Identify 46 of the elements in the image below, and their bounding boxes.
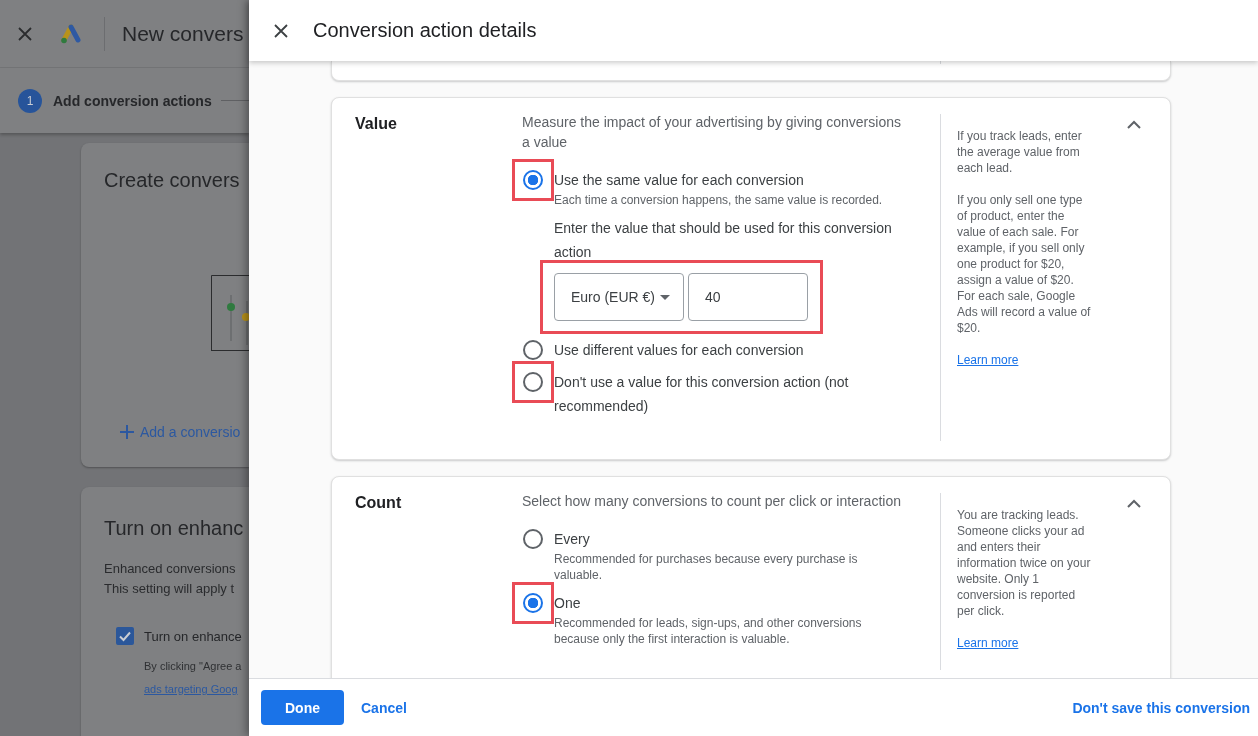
option-label: One [554, 594, 582, 613]
done-button[interactable]: Done [261, 690, 344, 725]
close-icon [17, 25, 33, 42]
close-icon [273, 22, 289, 39]
option-description: Each time a conversion happens, the same value is recorded. [554, 192, 884, 208]
radio-button[interactable] [523, 372, 543, 392]
option-label: Every [554, 530, 591, 549]
radio-button[interactable] [523, 340, 543, 360]
caret-icon [660, 294, 670, 300]
option-label: Use the same value for each conversion [554, 171, 805, 190]
plus-icon [119, 424, 135, 440]
learn-more-link[interactable]: Learn more [957, 352, 1019, 368]
page-title: New convers [122, 21, 244, 46]
step-number: 1 [18, 88, 42, 113]
option-label: Use different values for each conversion [554, 341, 805, 360]
section-description: Measure the impact of your advertising by giving conversions a value [522, 113, 902, 152]
section-title: Count [355, 493, 402, 513]
checkbox[interactable] [116, 627, 134, 645]
card-title: Create convers [104, 168, 241, 193]
close-button[interactable] [273, 22, 289, 39]
section-description: Select how many conversions to count per click or interaction [522, 492, 902, 511]
terms-text: By clicking "Agree a [144, 659, 242, 674]
radio-button[interactable] [523, 170, 543, 190]
card-title: Turn on enhanc [104, 516, 245, 541]
radio-button[interactable] [523, 593, 543, 613]
logo-icon [60, 23, 82, 44]
dont-save-button[interactable]: Don't save this conversion [1064, 691, 1258, 724]
drawer-title: Conversion action details [313, 19, 537, 42]
card-description: This setting will apply t [104, 580, 235, 598]
value-input[interactable]: 40 [688, 273, 808, 321]
checkbox-label: Turn on enhance [144, 628, 242, 644]
option-label: Don't use a value for this conversion action (not recommended) [554, 373, 850, 416]
help-text: If you only sell one type of product, enter the value of each sale. For example, if you sell only one product for $20, assign a value of $20. For each sale, Google Ads will record a value of $20. [957, 192, 1092, 336]
section-title: Value [355, 114, 397, 134]
value-prompt: Enter the value that should be used for this conversion action [554, 219, 893, 262]
currency-dropdown[interactable]: Euro (EUR €) [554, 273, 684, 321]
cancel-button[interactable]: Cancel [353, 691, 415, 724]
help-text: If you track leads, enter the average value from each lead. [957, 128, 1083, 176]
step-label: Add conversion actions [53, 92, 212, 109]
card-description: Enhanced conversions [104, 560, 236, 578]
checkmark-icon [118, 629, 132, 643]
option-description: Recommended for leads, sign-ups, and other conversions because only the first interaction is valuable. [554, 615, 863, 647]
help-text: You are tracking leads. Someone clicks your ad and enters their information twice on your website. Only 1 conversion is reported per click. [957, 507, 1092, 619]
option-description: Recommended for purchases because every purchase is valuable. [554, 551, 859, 583]
learn-more-link[interactable]: Learn more [957, 635, 1019, 651]
radio-button[interactable] [523, 529, 543, 549]
